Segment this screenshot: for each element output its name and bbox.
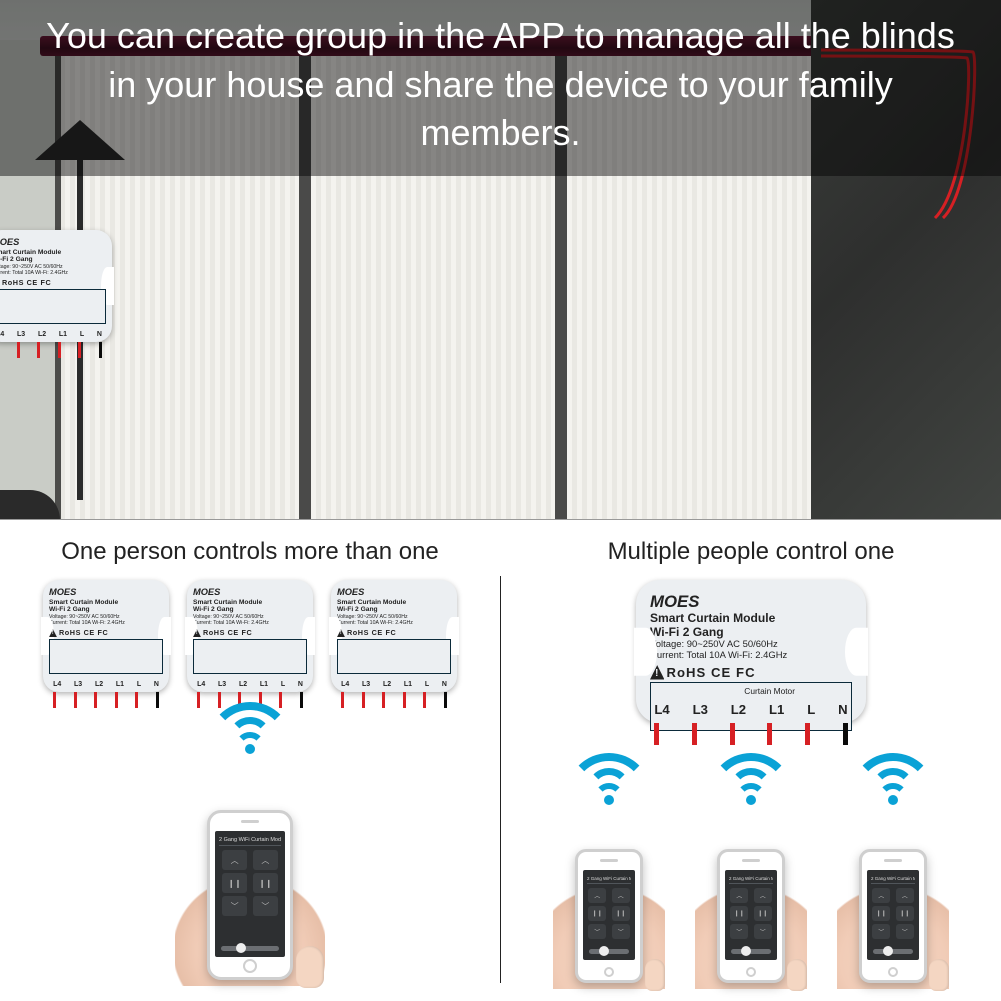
module-terminal-wires xyxy=(654,723,847,745)
banner-text: You can create group in the APP to manag… xyxy=(46,15,955,153)
modules-row: MOES Smart Curtain Module Wi-Fi 2 Gang V… xyxy=(43,580,457,692)
curtain-module-device: MOES Smart Curtain Module Wi-Fi 2 Gang V… xyxy=(636,580,866,723)
app-title: 2 Gang WiFi Curtain Module xyxy=(219,835,281,846)
close-button: ﹀ xyxy=(222,896,247,916)
module-subtitle: Wi-Fi 2 Gang xyxy=(650,626,852,640)
module-current: Current: Total 10A Wi-Fi: 2.4GHz xyxy=(0,270,106,276)
hand-holding-phone: 2 Gang WiFi Curtain Module ︿︿ ❙❙❙❙ ﹀﹀ xyxy=(833,803,953,983)
module-cert-icons: RoHS CE FC xyxy=(650,665,852,680)
description-banner: You can create group in the APP to manag… xyxy=(0,0,1001,176)
module-terminal-labels: L4L3L2L1LN xyxy=(654,702,847,717)
wifi-icon xyxy=(864,753,922,797)
smartphone: 2 Gang WiFi Curtain Module ︿ ︿ ❙❙ ❙❙ ﹀ ﹀ xyxy=(207,810,293,980)
module-cert-icons: RoHS CE FC xyxy=(0,279,106,287)
module-current: Current: Total 10A Wi-Fi: 2.4GHz xyxy=(650,651,852,662)
wifi-icon xyxy=(580,753,638,797)
right-panel-heading: Multiple people control one xyxy=(608,538,895,566)
hand-holding-phone: 2 Gang WiFi Curtain Module ︿︿ ❙❙❙❙ ﹀﹀ xyxy=(549,803,669,983)
module-title: Smart Curtain Module xyxy=(0,249,106,257)
home-button-icon xyxy=(243,959,257,973)
module-terminal-wires xyxy=(0,342,102,358)
home-button-icon xyxy=(746,967,756,977)
left-panel-heading: One person controls more than one xyxy=(61,538,439,566)
module-title: Smart Curtain Module xyxy=(650,612,852,626)
many-to-one-panel: Multiple people control one MOES Smart C… xyxy=(501,520,1001,1001)
smartphone: 2 Gang WiFi Curtain Module ︿︿ ❙❙❙❙ ﹀﹀ xyxy=(717,849,785,983)
module-subtitle: Wi-Fi 2 Gang xyxy=(0,256,106,264)
hero-room-scene: MOES Smart Curtain Module Wi-Fi 2 Gang V… xyxy=(0,0,1001,520)
open-button: ︿ xyxy=(253,850,278,870)
module-brand: MOES xyxy=(0,237,106,248)
smartphone: 2 Gang WiFi Curtain Module ︿︿ ❙❙❙❙ ﹀﹀ xyxy=(859,849,927,983)
wifi-icon xyxy=(215,702,285,754)
app-screen: 2 Gang WiFi Curtain Module ︿︿ ❙❙❙❙ ﹀﹀ xyxy=(867,870,919,960)
phones-row: 2 Gang WiFi Curtain Module ︿︿ ❙❙❙❙ ﹀﹀ xyxy=(549,753,953,983)
open-button: ︿ xyxy=(222,850,247,870)
close-button: ﹀ xyxy=(253,896,278,916)
app-screen: 2 Gang WiFi Curtain Module ︿ ︿ ❙❙ ❙❙ ﹀ ﹀ xyxy=(215,831,285,957)
wifi-icon xyxy=(722,753,780,797)
position-slider xyxy=(221,946,279,951)
one-to-many-panel: One person controls more than one MOES S… xyxy=(0,520,500,1001)
home-button-icon xyxy=(888,967,898,977)
smartphone: 2 Gang WiFi Curtain Module ︿︿ ❙❙❙❙ ﹀﹀ xyxy=(575,849,643,983)
module-terminal-labels: L4L3L2L1LN xyxy=(0,331,102,339)
curtain-module-device: MOES Smart Curtain Module Wi-Fi 2 Gang V… xyxy=(187,580,313,692)
hand-holding-phone: 2 Gang WiFi Curtain Module ︿ ︿ ❙❙ ❙❙ ﹀ ﹀ xyxy=(170,760,330,980)
pause-button: ❙❙ xyxy=(222,873,247,893)
app-screen: 2 Gang WiFi Curtain Module ︿︿ ❙❙❙❙ ﹀﹀ xyxy=(725,870,777,960)
home-button-icon xyxy=(604,967,614,977)
app-screen: 2 Gang WiFi Curtain Module ︿︿ ❙❙❙❙ ﹀﹀ xyxy=(583,870,635,960)
curtain-module-device: MOES Smart Curtain Module Wi-Fi 2 Gang V… xyxy=(43,580,169,692)
hand-holding-phone: 2 Gang WiFi Curtain Module ︿︿ ❙❙❙❙ ﹀﹀ xyxy=(691,803,811,983)
curtain-module-device: MOES Smart Curtain Module Wi-Fi 2 Gang V… xyxy=(331,580,457,692)
curtain-module-device: MOES Smart Curtain Module Wi-Fi 2 Gang V… xyxy=(0,230,112,342)
pause-button: ❙❙ xyxy=(253,873,278,893)
module-brand: MOES xyxy=(650,592,852,611)
module-wiring-diagram xyxy=(0,289,106,324)
diagram-comparison: One person controls more than one MOES S… xyxy=(0,520,1001,1001)
